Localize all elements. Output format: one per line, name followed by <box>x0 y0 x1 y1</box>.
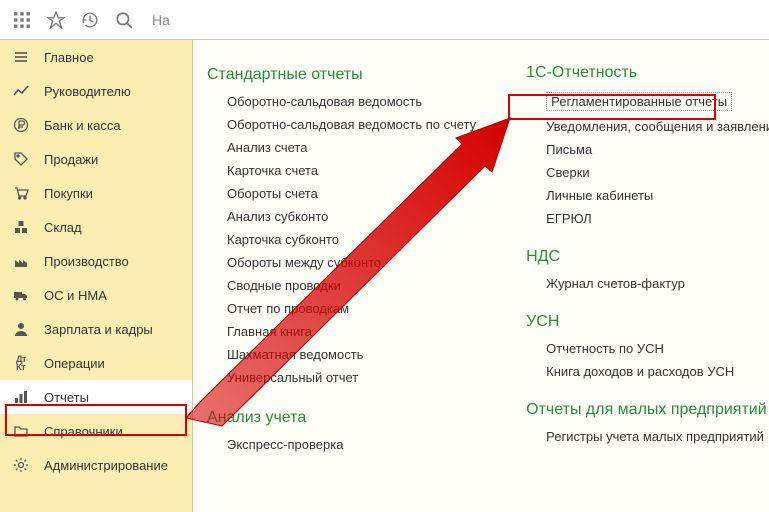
report-link[interactable]: Книга доходов и расходов УСН <box>546 364 769 379</box>
sidebar-item-label: Склад <box>44 220 82 235</box>
sidebar-item-label: Главное <box>44 50 94 65</box>
sidebar-item-manager[interactable]: Руководителю <box>0 74 192 108</box>
group-heading: Анализ учета <box>207 409 476 427</box>
sidebar-item-label: Производство <box>44 254 129 269</box>
report-link[interactable]: Отчетность по УСН <box>546 341 769 356</box>
sidebar-item-label: ОС и НМА <box>44 288 107 303</box>
report-link[interactable]: Обороты между субконто <box>227 255 476 270</box>
sidebar-item-label: Справочники <box>44 424 123 439</box>
report-link[interactable]: Сверки <box>546 165 769 180</box>
content-column-2: 1С-Отчетность Регламентированные отчеты … <box>526 62 769 512</box>
sidebar-item-warehouse[interactable]: Склад <box>0 210 192 244</box>
report-link[interactable]: Главная книга <box>227 324 476 339</box>
sidebar-item-operations[interactable]: ДтКт Операции <box>0 346 192 380</box>
sidebar-item-reports[interactable]: Отчеты <box>0 380 192 414</box>
report-link[interactable]: Обороты счета <box>227 186 476 201</box>
group-heading: Отчеты для малых предприятий <box>526 401 769 419</box>
boxes-icon <box>12 218 30 236</box>
report-link[interactable]: Личные кабинеты <box>546 188 769 203</box>
sidebar-item-catalogs[interactable]: Справочники <box>0 414 192 448</box>
report-link-regulated[interactable]: Регламентированные отчеты <box>546 92 732 111</box>
menu-icon <box>12 48 30 66</box>
report-link[interactable]: Экспресс-проверка <box>227 437 476 452</box>
report-link[interactable]: Анализ счета <box>227 140 476 155</box>
top-toolbar: На <box>0 0 769 40</box>
report-link[interactable]: Отчет по проводкам <box>227 301 476 316</box>
group-heading: 1С-Отчетность <box>526 64 769 82</box>
report-link[interactable]: Анализ субконто <box>227 209 476 224</box>
sidebar-item-label: Продажи <box>44 152 98 167</box>
sidebar-item-label: Зарплата и кадры <box>44 322 153 337</box>
report-link[interactable]: ЕГРЮЛ <box>546 211 769 226</box>
star-icon[interactable] <box>42 6 70 34</box>
report-link[interactable]: Уведомления, сообщения и заявления <box>546 119 769 134</box>
sidebar-item-purchases[interactable]: Покупки <box>0 176 192 210</box>
sidebar-item-label: Покупки <box>44 186 93 201</box>
report-link[interactable]: Журнал счетов-фактур <box>546 276 769 291</box>
report-link[interactable]: Карточка субконто <box>227 232 476 247</box>
search-icon[interactable] <box>110 6 138 34</box>
gear-icon <box>12 456 30 474</box>
content-column-1: Стандартные отчеты Оборотно-сальдовая ве… <box>207 62 476 512</box>
group-heading: Стандартные отчеты <box>207 66 476 84</box>
sidebar-item-label: Операции <box>44 356 105 371</box>
sidebar: Главное Руководителю Банк и касса Продаж… <box>0 40 192 512</box>
cart-icon <box>12 184 30 202</box>
report-link[interactable]: Карточка счета <box>227 163 476 178</box>
sidebar-item-assets[interactable]: ОС и НМА <box>0 278 192 312</box>
person-icon <box>12 320 30 338</box>
tag-icon <box>12 150 30 168</box>
history-icon[interactable] <box>76 6 104 34</box>
sidebar-item-label: Банк и касса <box>44 118 121 133</box>
apps-icon[interactable] <box>8 6 36 34</box>
sidebar-item-main[interactable]: Главное <box>0 40 192 74</box>
report-link[interactable]: Шахматная ведомость <box>227 347 476 362</box>
sidebar-item-production[interactable]: Производство <box>0 244 192 278</box>
report-link[interactable]: Письма <box>546 142 769 157</box>
folder-icon <box>12 422 30 440</box>
sidebar-item-sales[interactable]: Продажи <box>0 142 192 176</box>
ruble-icon <box>12 116 30 134</box>
report-link[interactable]: Сводные проводки <box>227 278 476 293</box>
dtkt-icon: ДтКт <box>12 354 30 372</box>
sidebar-item-label: Руководителю <box>44 84 131 99</box>
sidebar-item-label: Отчеты <box>44 390 89 405</box>
report-link[interactable]: Оборотно-сальдовая ведомость по счету <box>227 117 476 132</box>
truck-icon <box>12 286 30 304</box>
sidebar-item-bank[interactable]: Банк и касса <box>0 108 192 142</box>
report-link[interactable]: Регистры учета малых предприятий <box>546 429 769 444</box>
trend-icon <box>12 82 30 100</box>
toolbar-tail-text: На <box>152 12 170 28</box>
sidebar-item-label: Администрирование <box>44 458 168 473</box>
sidebar-item-admin[interactable]: Администрирование <box>0 448 192 482</box>
bar-chart-icon <box>12 388 30 406</box>
report-link[interactable]: Универсальный отчет <box>227 370 476 385</box>
group-heading: НДС <box>526 248 769 266</box>
group-heading: УСН <box>526 313 769 331</box>
factory-icon <box>12 252 30 270</box>
sidebar-item-salary[interactable]: Зарплата и кадры <box>0 312 192 346</box>
report-link[interactable]: Оборотно-сальдовая ведомость <box>227 94 476 109</box>
content-area: Стандартные отчеты Оборотно-сальдовая ве… <box>192 40 769 512</box>
